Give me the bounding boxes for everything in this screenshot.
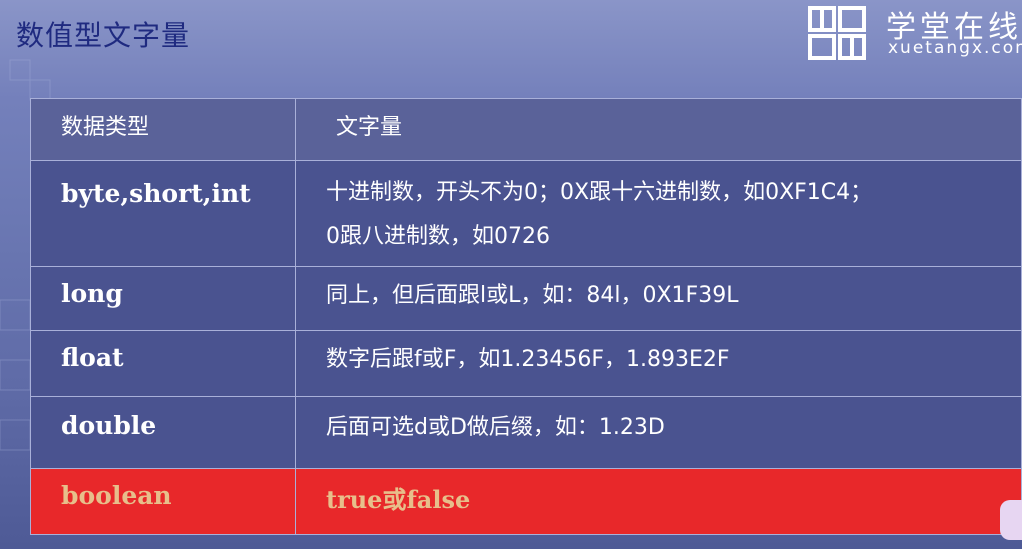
table-row: long 同上，但后面跟l或L，如：84l，0X1F39L	[30, 266, 1022, 331]
xuetangx-logo: 学堂在线 xuetangx.com	[800, 0, 1022, 66]
literal-description-line: 同上，但后面跟l或L，如：84l，0X1F39L	[326, 283, 739, 308]
table-row: byte,short,int 十进制数，开头不为0；0X跟十六进制数，如0XF1…	[30, 160, 1022, 267]
literal-description-line: true或false	[326, 485, 471, 514]
logo-icon	[808, 6, 866, 60]
type-name: byte,short,int	[61, 179, 251, 208]
column-header-literal: 文字量	[336, 115, 403, 140]
type-name: double	[61, 411, 157, 440]
type-name: float	[61, 343, 124, 372]
type-name: long	[61, 279, 123, 308]
table-header-row: 数据类型 文字量	[30, 98, 1022, 161]
literal-description-line: 后面可选d或D做后缀，如：1.23D	[326, 415, 665, 440]
literal-description-line: 十进制数，开头不为0；0X跟十六进制数，如0XF1C4；	[326, 180, 873, 205]
type-name: boolean	[61, 481, 172, 510]
table-row: float 数字后跟f或F，如1.23456F，1.893E2F	[30, 330, 1022, 397]
table-row: double 后面可选d或D做后缀，如：1.23D	[30, 396, 1022, 469]
literal-description-line: 0跟八进制数，如0726	[326, 224, 550, 249]
slide-title: 数值型文字量	[16, 19, 191, 52]
side-panel-handle[interactable]	[1000, 500, 1022, 540]
table-row-highlighted: boolean true或false	[30, 468, 1022, 535]
literal-description-line: 数字后跟f或F，如1.23456F，1.893E2F	[326, 347, 730, 372]
logo-english-text: xuetangx.com	[888, 38, 1022, 58]
column-header-type: 数据类型	[61, 115, 150, 140]
literal-types-table: 数据类型 文字量 byte,short,int 十进制数，开头不为0；0X跟十六…	[30, 98, 1022, 535]
